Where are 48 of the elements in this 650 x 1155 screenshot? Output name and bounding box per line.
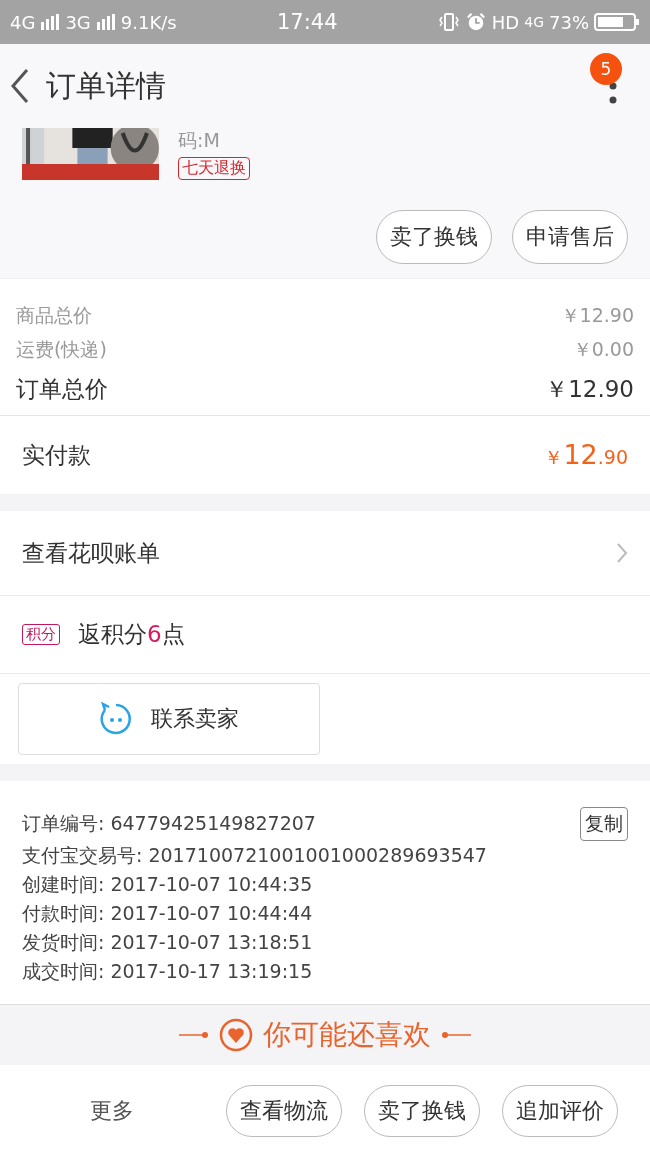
clock-time: 17:44: [277, 10, 338, 34]
network-label: 4G: [524, 14, 544, 30]
points-text: 返积分6点: [78, 620, 185, 649]
bill-link[interactable]: 查看花呗账单: [0, 511, 650, 596]
price-value: ￥12.90: [560, 303, 634, 328]
return-tag: 七天退换: [178, 157, 250, 180]
points-tag: 积分: [22, 624, 60, 645]
alarm-icon: [464, 12, 487, 32]
network-label: 3G: [65, 11, 91, 33]
signal-icon: [40, 14, 61, 30]
price-value: ￥0.00: [572, 337, 634, 362]
chevron-right-icon: [616, 542, 628, 564]
chat-face-icon: [99, 702, 133, 736]
action-button[interactable]: 追加评价: [502, 1085, 618, 1137]
order-info-text: 订单编号: 64779425149827207: [22, 811, 316, 836]
dash-dot-icon: [179, 1031, 209, 1039]
action-button[interactable]: 查看物流: [226, 1085, 342, 1137]
order-info-text: 成交时间: 2017-10-17 13:19:15: [22, 958, 313, 984]
paid-label: 实付款: [22, 440, 91, 470]
order-info-text: 创建时间: 2017-10-07 10:44:35: [22, 871, 313, 897]
signal-icon: [95, 14, 116, 30]
battery-percent: 73%: [549, 11, 589, 33]
contact-seller-button[interactable]: 联系卖家: [18, 683, 320, 755]
recommend-title: 你可能还喜欢: [263, 1017, 431, 1053]
price-value: ￥12.90: [545, 374, 634, 404]
copy-button[interactable]: 复制: [580, 807, 628, 841]
battery-icon: [594, 12, 640, 32]
back-icon[interactable]: [10, 68, 30, 104]
network-label: 4G: [10, 11, 36, 33]
paid-amount: ￥12.90: [544, 439, 628, 471]
size-spec: 码:M: [178, 128, 220, 153]
bill-label: 查看花呗账单: [22, 538, 160, 568]
vibrate-icon: [437, 12, 460, 32]
order-info-text: 发货时间: 2017-10-07 13:18:51: [22, 929, 313, 955]
price-label: 商品总价: [16, 303, 92, 328]
price-label: 订单总价: [16, 374, 108, 404]
action-button[interactable]: 卖了换钱: [364, 1085, 480, 1137]
notification-badge: 5: [590, 53, 622, 85]
page-title: 订单详情: [46, 66, 166, 105]
dot-dash-icon: [441, 1031, 471, 1039]
hd-label: HD: [491, 11, 520, 33]
more-link[interactable]: 更多: [90, 1096, 134, 1126]
network-speed: 9.1K/s: [120, 11, 177, 33]
price-label: 运费(快递): [16, 337, 107, 362]
order-info-text: 付款时间: 2017-10-07 10:44:44: [22, 900, 313, 926]
action-button[interactable]: 申请售后: [512, 210, 628, 264]
order-info-text: 支付宝交易号: 2017100721001001000289693547: [22, 842, 487, 868]
action-button[interactable]: 卖了换钱: [376, 210, 492, 264]
